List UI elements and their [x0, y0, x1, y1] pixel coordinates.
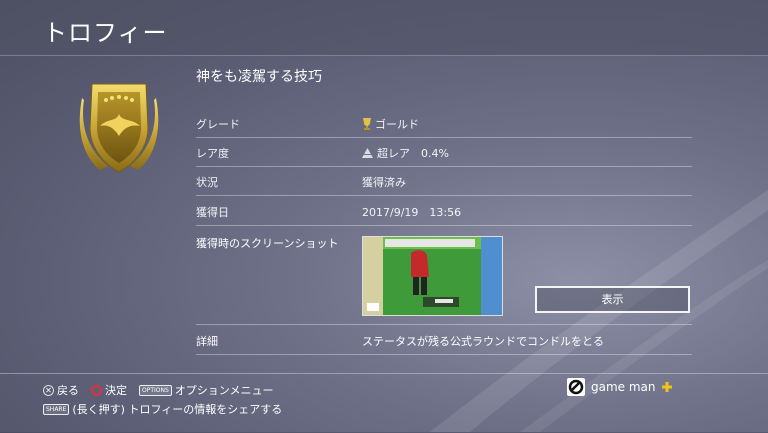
- grade-value: ゴールド: [375, 118, 419, 131]
- screenshot-row: 獲得時のスクリーンショット 表示: [196, 228, 692, 325]
- trophy-name: 神をも凌駕する技巧: [196, 69, 322, 85]
- options-hint[interactable]: オプションメニュー: [175, 382, 274, 398]
- user-name: game man: [591, 380, 656, 394]
- rarity-row: レア度 超レア 0.4%: [196, 137, 692, 167]
- share-hint[interactable]: (長く押す) トロフィーの情報をシェアする: [72, 401, 282, 417]
- status-value: 獲得済み: [362, 176, 406, 189]
- rarity-value-wrap: 超レア 0.4%: [362, 145, 449, 161]
- rarity-label: レア度: [196, 147, 229, 160]
- earned-date-row: 獲得日 2017/9/19 13:56: [196, 196, 692, 226]
- rarity-icon: [362, 148, 373, 158]
- share-button-icon: SHARE: [43, 403, 70, 415]
- back-hint[interactable]: 戻る: [57, 382, 79, 398]
- page-title: トロフィー: [43, 19, 168, 47]
- user-avatar: [567, 378, 585, 396]
- gold-trophy-emblem: [79, 83, 159, 173]
- grade-value-wrap: ゴールド: [362, 116, 419, 132]
- show-button[interactable]: 表示: [535, 286, 690, 313]
- share-hint-row: SHARE (長く押す) トロフィーの情報をシェアする: [43, 401, 282, 417]
- detail-row: 詳細 ステータスが残る公式ラウンドでコンドルをとる: [196, 325, 692, 355]
- screenshot-image: [363, 237, 502, 315]
- gold-trophy-icon: [363, 118, 371, 130]
- rarity-value: 超レア 0.4%: [377, 147, 449, 160]
- detail-value: ステータスが残る公式ラウンドでコンドルをとる: [362, 335, 604, 348]
- options-button-icon: OPTIONS: [139, 384, 172, 396]
- cross-button-icon: ✕: [43, 384, 54, 396]
- user-info: game man: [567, 378, 672, 396]
- status-row: 状況 獲得済み: [196, 166, 692, 196]
- trophy-screenshot-thumbnail[interactable]: [362, 236, 503, 316]
- earned-date-label: 獲得日: [196, 206, 229, 219]
- grade-label: グレード: [196, 118, 240, 131]
- button-hints: ✕ 戻る 決定 OPTIONS オプションメニュー: [43, 382, 273, 398]
- footer-bar: ✕ 戻る 決定 OPTIONS オプションメニュー SHARE (長く押す) ト…: [0, 373, 768, 433]
- detail-label: 詳細: [196, 335, 218, 348]
- circle-button-icon: [91, 384, 102, 396]
- header-bar: トロフィー: [0, 0, 768, 56]
- confirm-hint[interactable]: 決定: [105, 382, 127, 398]
- playstation-plus-icon: [661, 382, 672, 392]
- screenshot-label: 獲得時のスクリーンショット: [196, 237, 339, 250]
- grade-row: グレード ゴールド: [196, 108, 692, 138]
- earned-date-value: 2017/9/19 13:56: [362, 206, 462, 219]
- status-label: 状況: [196, 176, 218, 189]
